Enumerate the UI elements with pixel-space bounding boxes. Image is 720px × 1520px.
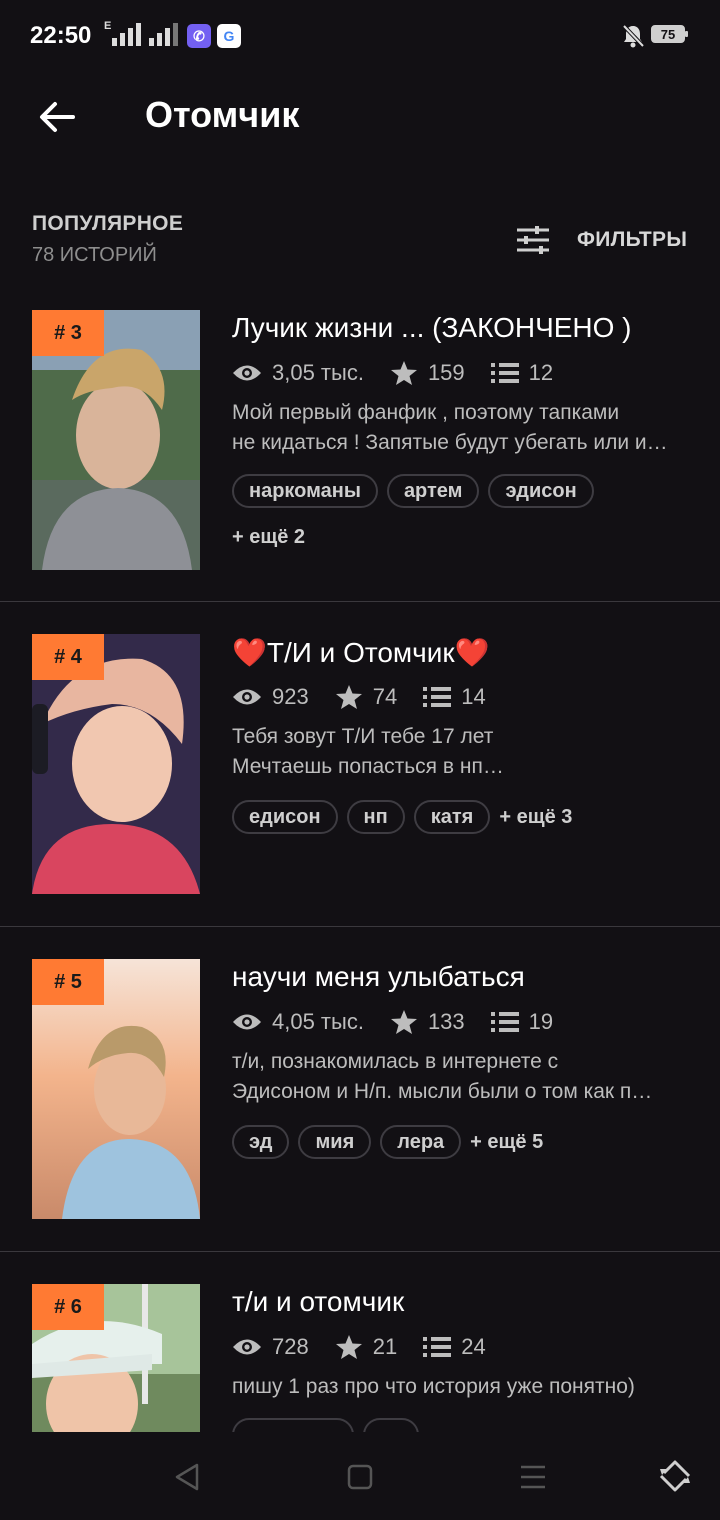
rotate-icon [659,1460,691,1492]
divider [0,1251,720,1252]
more-tags-link[interactable]: + ещё 3 [499,806,572,829]
nav-back-button[interactable] [172,1462,202,1492]
status-bar: 22:50 E ✆ G 75 [0,0,720,72]
story-stats: 923 74 14 [232,684,512,710]
parts-count: 14 [461,684,486,709]
rank-badge: # 4 [32,634,104,680]
tag-chip[interactable]: эдисон [488,474,594,508]
tag-chip[interactable]: наркоманы [232,474,378,508]
story-card[interactable]: # 6 т/и и отомчик 728 21 24 пишу 1 раз п… [0,1284,720,1432]
bell-off-icon [622,24,644,48]
story-stats: 4,05 тыс. 133 19 [232,1009,579,1035]
eye-icon [233,365,261,381]
eye-icon [233,689,261,705]
description-line: Мечтаешь попасться в нп… [232,755,504,778]
battery-indicator: 75 [651,25,688,43]
more-tags: + ещё 2 [232,526,305,549]
tag-list: наркоманы артем эдисон [232,474,603,508]
tag-chip[interactable]: едисон [232,800,338,834]
description-line: пишу 1 раз про что история уже понятно) [232,1375,635,1398]
views-count: 728 [272,1334,309,1359]
section-title: ПОПУЛЯРНОЕ [32,212,184,235]
list-icon [490,1012,519,1032]
story-card[interactable]: # 3 Лучик жизни ... (ЗАКОНЧЕНО ) 3,05 ты… [0,310,720,635]
story-card[interactable]: # 4 ❤️Т/И и Отомчик❤️ 923 74 14 Тебя зов… [0,634,720,959]
description-line: т/и, познакомилась в интернете с [232,1050,559,1073]
story-description: т/и, познакомилась в интернете с Эдисоно… [232,1047,692,1107]
filter-button[interactable]: ФИЛЬТРЫ [515,222,687,258]
menu-lines-icon [521,1465,545,1489]
story-description: Тебя зовут Т/И тебе 17 лет Мечтаешь попа… [232,722,692,782]
tag-chip-placeholder[interactable] [232,1418,354,1432]
list-icon [423,1337,452,1357]
viber-icon: ✆ [187,24,211,48]
tag-chip[interactable]: мия [298,1125,372,1159]
app-bar: Отомчик [0,72,720,162]
more-tags-link[interactable]: + ещё 2 [232,526,305,549]
square-home-icon [347,1464,373,1490]
nav-home-button[interactable] [345,1462,375,1492]
story-title[interactable]: т/и и отомчик [232,1286,702,1318]
parts-count: 12 [528,360,554,385]
story-stats: 728 21 24 [232,1334,512,1360]
nav-recents-button[interactable] [518,1462,548,1492]
story-card[interactable]: # 5 научи меня улыбаться 4,05 тыс. 133 1… [0,959,720,1284]
eye-icon [233,1339,261,1355]
back-button[interactable] [30,90,84,144]
story-description: Мой первый фанфик , поэтому тапками не к… [232,398,692,458]
views-count: 923 [272,684,309,709]
google-icon: G [217,24,241,48]
views-count: 4,05 тыс. [272,1009,364,1034]
list-icon [490,363,519,383]
more-tags-link[interactable]: + ещё 5 [470,1131,543,1154]
signal-2-icon [149,23,178,46]
description-line: Тебя зовут Т/И тебе 17 лет [232,725,494,748]
tag-list [232,1418,428,1432]
star-icon [390,1010,417,1034]
star-icon [335,1335,362,1359]
tag-chip[interactable]: нп [346,800,405,834]
tag-chip-placeholder[interactable] [363,1418,419,1432]
story-title[interactable]: научи меня улыбаться [232,961,702,993]
description-line: Мой первый фанфик , поэтому тапками [232,401,620,424]
divider [0,601,720,602]
star-icon [390,361,417,385]
tag-chip[interactable]: катя [413,800,491,834]
rank-badge: # 3 [32,310,104,356]
star-icon [335,685,362,709]
rank-badge: # 5 [32,959,104,1005]
back-arrow-icon [40,102,75,132]
parts-count: 24 [461,1334,486,1359]
filter-sliders-icon [517,226,549,254]
status-time: 22:50 [30,22,92,49]
rotate-button[interactable] [658,1459,692,1493]
page-title: Отомчик [145,94,300,135]
eye-icon [233,1014,261,1030]
tag-chip[interactable]: эд [232,1125,290,1159]
votes-count: 74 [372,684,398,709]
description-line: не кидаться ! Запятые будут убегать или … [232,431,668,454]
triangle-back-icon [175,1463,199,1491]
views-count: 3,05 тыс. [272,360,364,385]
story-title[interactable]: ❤️Т/И и Отомчик❤️ [232,636,702,669]
system-nav-bar [0,1432,720,1520]
filter-label: ФИЛЬТРЫ [577,228,688,251]
tag-chip[interactable]: лера [380,1125,462,1159]
story-description: пишу 1 раз про что история уже понятно) [232,1372,692,1402]
divider [0,926,720,927]
signal-icon [112,23,141,46]
list-icon [423,687,452,707]
votes-count: 21 [372,1334,398,1359]
story-title[interactable]: Лучик жизни ... (ЗАКОНЧЕНО ) [232,312,702,344]
tag-list: эд мия лера + ещё 5 [232,1125,543,1159]
story-stats: 3,05 тыс. 159 12 [232,360,579,386]
story-count: 78 ИСТОРИЙ [32,244,157,266]
votes-count: 133 [427,1009,465,1034]
tag-list: едисон нп катя + ещё 3 [232,800,572,834]
parts-count: 19 [528,1009,554,1034]
description-line: Эдисоном и Н/п. мысли были о том как п… [232,1080,653,1103]
tag-chip[interactable]: артем [386,474,480,508]
votes-count: 159 [427,360,465,385]
rank-badge: # 6 [32,1284,104,1330]
